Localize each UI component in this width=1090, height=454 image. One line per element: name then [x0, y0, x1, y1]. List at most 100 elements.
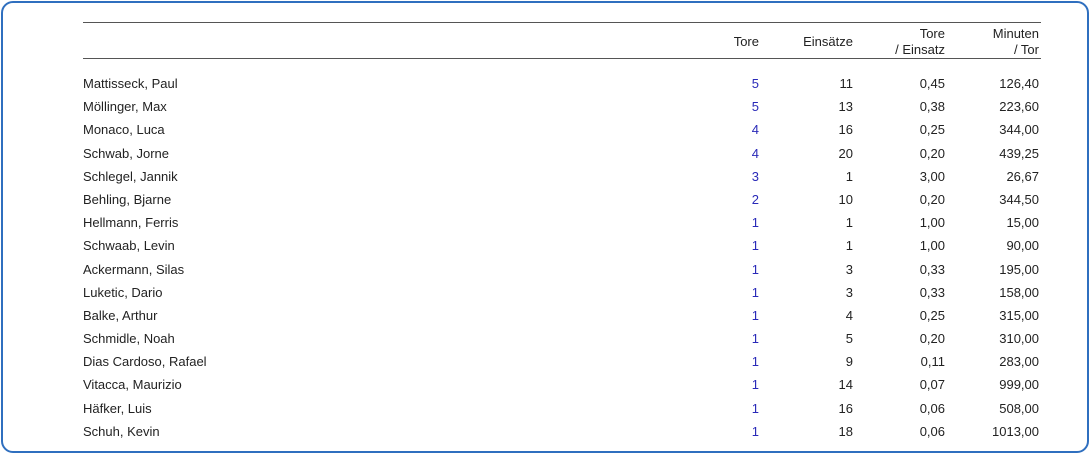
- player-name: Schwab, Jorne: [83, 145, 169, 161]
- goals-per-appearance-value: 0,33: [919, 261, 945, 277]
- appearances-value: 5: [845, 331, 853, 347]
- goals-link[interactable]: 4: [703, 146, 759, 162]
- goals-per-appearance-value: 0,20: [919, 145, 945, 161]
- header-rule: [83, 58, 1041, 59]
- goals-link[interactable]: 1: [703, 215, 759, 231]
- table-row: Schlegel, Jannik 3 1 3,00 26,67: [83, 165, 1041, 188]
- goals-per-appearance-value: 0,25: [919, 122, 945, 138]
- goals-link[interactable]: 3: [703, 169, 759, 185]
- goals-per-appearance-value: 0,45: [919, 76, 945, 91]
- player-name: Hellmann, Ferris: [83, 215, 179, 231]
- player-name: Schwaab, Levin: [83, 238, 175, 254]
- minutes-per-goal-value: 15,00: [1006, 215, 1039, 231]
- minutes-per-goal-value: 158,00: [999, 284, 1039, 300]
- table-row: Mattisseck, Paul 5 11 0,45 126,40: [83, 72, 1041, 95]
- player-name: Schmidle, Noah: [83, 331, 175, 347]
- goals-link[interactable]: 1: [703, 238, 759, 254]
- header-einsaetze: Einsätze: [803, 34, 853, 49]
- player-name: Monaco, Luca: [83, 122, 165, 138]
- goals-per-appearance-value: 1,00: [919, 238, 945, 254]
- goals-link[interactable]: 1: [703, 308, 759, 324]
- player-name: Ackermann, Silas: [83, 261, 185, 277]
- goals-per-appearance-value: 0,38: [919, 99, 945, 115]
- minutes-per-goal-value: 1013,00: [992, 423, 1039, 439]
- goals-link[interactable]: 1: [703, 262, 759, 278]
- appearances-value: 11: [839, 76, 854, 91]
- header-minuten-pro-tor: Minuten / Tor: [953, 26, 1039, 58]
- goals-per-appearance-value: 0,06: [919, 400, 945, 416]
- goals-per-appearance-value: 0,25: [919, 307, 945, 323]
- minutes-per-goal-value: 439,25: [999, 145, 1039, 161]
- goals-per-appearance-value: 0,33: [919, 284, 945, 300]
- minutes-per-goal-value: 126,40: [999, 76, 1039, 91]
- table-body: Mattisseck, Paul 5 11 0,45 126,40 Möllinger, …: [83, 72, 1041, 443]
- appearances-value: 1: [845, 215, 853, 231]
- minutes-per-goal-value: 195,00: [999, 261, 1039, 277]
- goals-link[interactable]: 4: [703, 122, 759, 138]
- goals-per-appearance-value: 1,00: [919, 215, 945, 231]
- table-row: Vitacca, Maurizio 1 14 0,07 999,00: [83, 373, 1041, 396]
- table-row: Schwaab, Levin 1 1 1,00 90,00: [83, 234, 1041, 257]
- player-name: Behling, Bjarne: [83, 191, 172, 207]
- goals-link[interactable]: 1: [703, 354, 759, 370]
- goals-per-appearance-value: 0,11: [920, 354, 945, 370]
- player-name: Häfker, Luis: [83, 400, 152, 416]
- table-row: Möllinger, Max 5 13 0,38 223,60: [83, 95, 1041, 118]
- goals-per-appearance-value: 0,20: [919, 331, 945, 347]
- table-row: Behling, Bjarne 2 10 0,20 344,50: [83, 188, 1041, 211]
- appearances-value: 16: [838, 122, 853, 138]
- goals-link[interactable]: 1: [703, 377, 759, 393]
- appearances-value: 4: [845, 307, 853, 323]
- minutes-per-goal-value: 26,67: [1006, 168, 1039, 184]
- table-row: Monaco, Luca 4 16 0,25 344,00: [83, 118, 1041, 141]
- goals-link[interactable]: 5: [703, 99, 759, 115]
- appearances-value: 9: [845, 354, 853, 370]
- minutes-per-goal-value: 344,50: [999, 191, 1039, 207]
- minutes-per-goal-value: 310,00: [999, 331, 1039, 347]
- player-name: Möllinger, Max: [83, 99, 167, 115]
- player-name: Vitacca, Maurizio: [83, 377, 182, 393]
- header-tore-pro-einsatz: Tore / Einsatz: [859, 26, 945, 58]
- player-name: Balke, Arthur: [83, 307, 158, 323]
- table-row: Häfker, Luis 1 16 0,06 508,00: [83, 397, 1041, 420]
- goals-per-appearance-value: 0,07: [919, 377, 945, 393]
- table-row: Ackermann, Silas 1 3 0,33 195,00: [83, 258, 1041, 281]
- minutes-per-goal-value: 283,00: [999, 354, 1039, 370]
- appearances-value: 14: [838, 377, 853, 393]
- minutes-per-goal-value: 508,00: [999, 400, 1039, 416]
- appearances-value: 20: [838, 145, 853, 161]
- appearances-value: 1: [845, 238, 853, 254]
- header-tore: Tore: [733, 34, 759, 49]
- player-name: Luketic, Dario: [83, 284, 163, 300]
- goals-per-appearance-value: 0,20: [919, 191, 945, 207]
- appearances-value: 10: [838, 191, 853, 207]
- minutes-per-goal-value: 999,00: [999, 377, 1039, 393]
- minutes-per-goal-value: 315,00: [999, 307, 1039, 323]
- minutes-per-goal-value: 223,60: [999, 99, 1039, 115]
- goals-link[interactable]: 1: [703, 331, 759, 347]
- goals-per-appearance-value: 0,06: [919, 423, 945, 439]
- appearances-value: 3: [845, 261, 853, 277]
- goals-link[interactable]: 5: [703, 76, 759, 92]
- header-minuten-pro-tor-line1: Minuten: [992, 26, 1039, 41]
- goals-link[interactable]: 1: [703, 424, 759, 440]
- minutes-per-goal-value: 344,00: [999, 122, 1039, 138]
- minutes-per-goal-value: 90,00: [1006, 238, 1039, 254]
- player-name: Schlegel, Jannik: [83, 168, 178, 184]
- table-row: Schmidle, Noah 1 5 0,20 310,00: [83, 327, 1041, 350]
- table-row: Dias Cardoso, Rafael 1 9 0,11 283,00: [83, 350, 1041, 373]
- player-name: Schuh, Kevin: [83, 423, 160, 439]
- goals-link[interactable]: 1: [703, 285, 759, 301]
- header-minuten-pro-tor-line2: / Tor: [1013, 42, 1039, 57]
- goals-link[interactable]: 1: [703, 401, 759, 417]
- header-tore-pro-einsatz-line2: / Einsatz: [895, 42, 945, 57]
- appearances-value: 13: [838, 99, 853, 115]
- player-name: Dias Cardoso, Rafael: [83, 354, 207, 370]
- table-row: Balke, Arthur 1 4 0,25 315,00: [83, 304, 1041, 327]
- appearances-value: 3: [845, 284, 853, 300]
- goals-link[interactable]: 2: [703, 192, 759, 208]
- table-row: Schwab, Jorne 4 20 0,20 439,25: [83, 142, 1041, 165]
- table-row: Luketic, Dario 1 3 0,33 158,00: [83, 281, 1041, 304]
- appearances-value: 1: [845, 168, 853, 184]
- content-frame: Tore Einsätze Tore / Einsatz Minuten / T…: [1, 1, 1089, 453]
